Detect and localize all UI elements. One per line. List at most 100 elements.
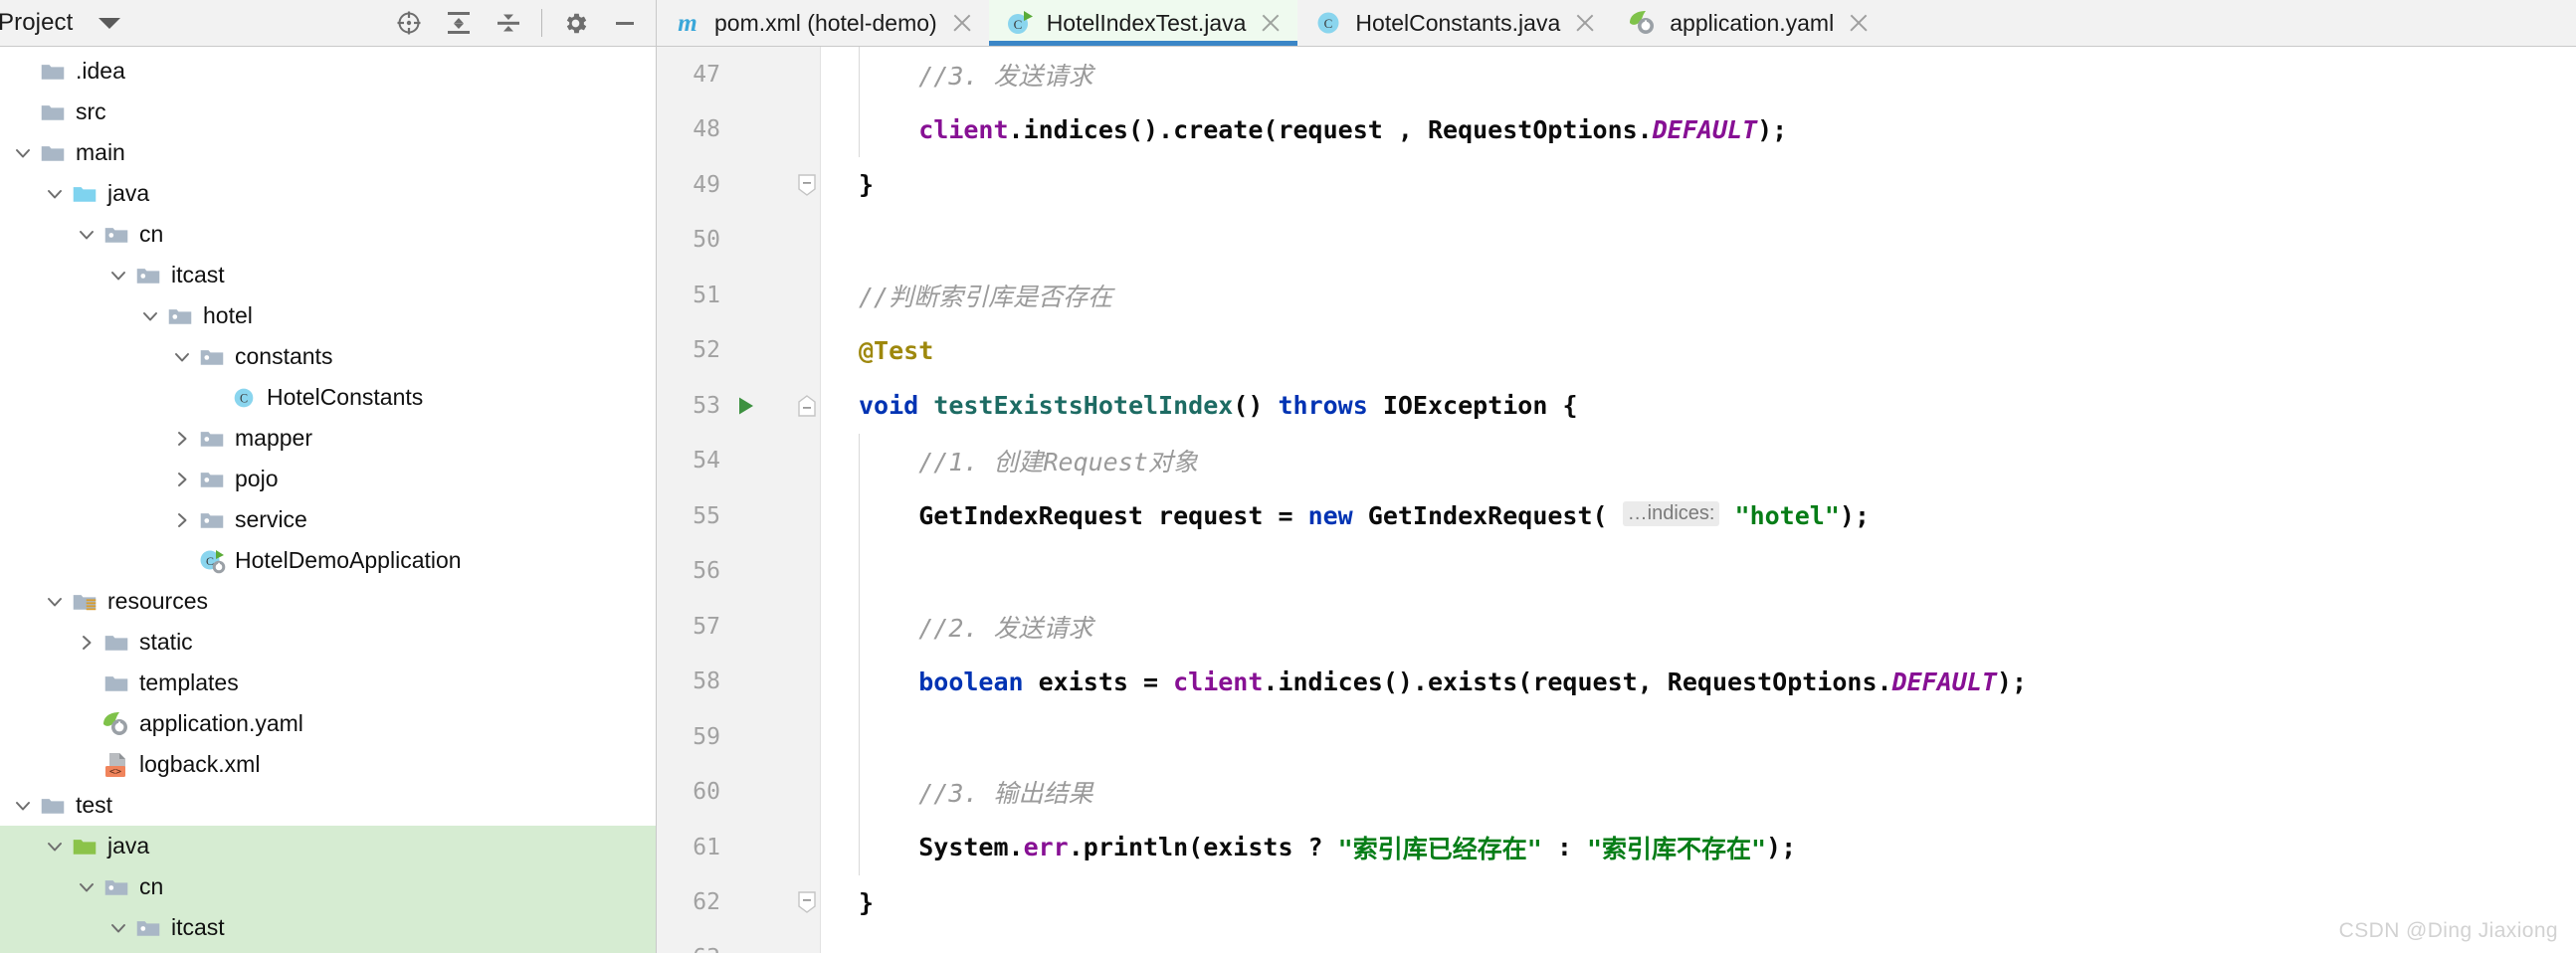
code-line-63[interactable] xyxy=(821,930,2576,953)
close-icon[interactable] xyxy=(1846,10,1872,36)
gutter-line-61[interactable]: 61 xyxy=(657,820,821,875)
code-token: //1. 创建Request对象 xyxy=(918,448,1198,477)
code-line-50[interactable] xyxy=(821,213,2576,269)
chevron-down-icon[interactable] xyxy=(169,344,195,370)
project-file-tree[interactable]: .idea src main java cn itcast hotel constants C H… xyxy=(0,47,656,953)
chevron-right-icon[interactable] xyxy=(169,426,195,452)
tree-item-test[interactable]: test xyxy=(0,785,656,826)
chevron-down-icon[interactable] xyxy=(74,222,99,248)
editor-tab-pom-xml-hotel-demo-[interactable]: m pom.xml (hotel-demo) xyxy=(657,0,989,46)
gutter-line-57[interactable]: 57 xyxy=(657,599,821,655)
tree-item-application-yaml[interactable]: application.yaml xyxy=(0,703,656,744)
gutter-line-48[interactable]: 48 xyxy=(657,102,821,158)
chevron-right-icon[interactable] xyxy=(169,467,195,492)
tree-item-hotel[interactable]: hotel xyxy=(0,948,656,953)
gutter-line-63[interactable]: 63 xyxy=(657,930,821,953)
code-line-60[interactable]: //3. 输出结果 xyxy=(821,764,2576,820)
locate-icon[interactable] xyxy=(384,1,434,45)
tree-item-main[interactable]: main xyxy=(0,132,656,173)
code-line-62[interactable]: } xyxy=(821,875,2576,931)
code-editor[interactable]: 4748495051525354555657585960616263646566… xyxy=(657,47,2576,953)
code-line-49[interactable]: } xyxy=(821,157,2576,213)
tree-item-constants[interactable]: constants xyxy=(0,336,656,377)
tree-item--idea[interactable]: .idea xyxy=(0,51,656,92)
chevron-right-icon[interactable] xyxy=(169,507,195,533)
tree-item-itcast[interactable]: itcast xyxy=(0,907,656,948)
tree-item-java[interactable]: java xyxy=(0,173,656,214)
gutter-line-62[interactable]: 62 xyxy=(657,875,821,931)
collapse-all-icon[interactable] xyxy=(484,1,533,45)
tree-item-hotel[interactable]: hotel xyxy=(0,295,656,336)
editor-gutter[interactable]: 4748495051525354555657585960616263646566… xyxy=(657,47,821,953)
gutter-line-58[interactable]: 58 xyxy=(657,655,821,710)
gutter-line-53[interactable]: 53 xyxy=(657,378,821,434)
code-fold-icon[interactable] xyxy=(798,378,816,434)
chevron-down-icon[interactable] xyxy=(99,17,121,29)
code-fold-icon[interactable] xyxy=(798,875,816,931)
run-test-icon[interactable] xyxy=(722,394,768,418)
tree-item-hoteldemoapplication[interactable]: C HotelDemoApplication xyxy=(0,540,656,581)
code-fold-icon[interactable] xyxy=(798,157,816,213)
expand-all-icon[interactable] xyxy=(434,1,484,45)
chevron-down-icon[interactable] xyxy=(105,263,131,288)
code-content[interactable]: //3. 发送请求 client .indices().create(reques… xyxy=(821,47,2576,953)
editor-tab-hotelconstants-java[interactable]: C HotelConstants.java xyxy=(1297,0,1613,46)
gutter-line-51[interactable]: 51 xyxy=(657,268,821,323)
chevron-down-icon[interactable] xyxy=(74,874,99,900)
close-icon[interactable] xyxy=(949,10,975,36)
tree-item-java[interactable]: java xyxy=(0,826,656,866)
code-line-54[interactable]: //1. 创建Request对象 xyxy=(821,433,2576,488)
tree-item-static[interactable]: static xyxy=(0,622,656,663)
code-line-53[interactable]: void testExistsHotelIndex() throws IOExc… xyxy=(821,378,2576,434)
code-line-55[interactable]: GetIndexRequest request = new GetIndexRe… xyxy=(821,488,2576,544)
project-title-button[interactable]: Project xyxy=(0,9,121,37)
tree-item-mapper[interactable]: mapper xyxy=(0,418,656,459)
editor-tab-hotelindextest-java[interactable]: C HotelIndexTest.java xyxy=(988,0,1298,46)
chevron-right-icon[interactable] xyxy=(74,630,99,656)
chevron-down-icon[interactable] xyxy=(10,793,36,819)
chevron-down-icon[interactable] xyxy=(10,140,36,166)
chevron-down-icon[interactable] xyxy=(105,915,131,941)
gutter-line-60[interactable]: 60 xyxy=(657,765,821,821)
chevron-down-icon[interactable] xyxy=(42,181,68,207)
tree-item-itcast[interactable]: itcast xyxy=(0,255,656,295)
chevron-down-icon[interactable] xyxy=(42,834,68,859)
code-line-48[interactable]: client .indices().create(request , Reques… xyxy=(821,101,2576,157)
gutter-line-52[interactable]: 52 xyxy=(657,323,821,379)
gutter-line-56[interactable]: 56 xyxy=(657,544,821,600)
tree-item-resources[interactable]: resources xyxy=(0,581,656,622)
gutter-line-49[interactable]: 49 xyxy=(657,157,821,213)
tree-item-service[interactable]: service xyxy=(0,499,656,540)
code-line-61[interactable]: System. err .println(exists ? "索引库已经存在" : … xyxy=(821,820,2576,875)
gutter-line-59[interactable]: 59 xyxy=(657,709,821,765)
tree-item-templates[interactable]: templates xyxy=(0,663,656,703)
gutter-line-55[interactable]: 55 xyxy=(657,488,821,544)
chevron-down-icon[interactable] xyxy=(42,589,68,615)
code-line-57[interactable]: //2. 发送请求 xyxy=(821,599,2576,655)
tree-item-cn[interactable]: cn xyxy=(0,866,656,907)
tree-item-src[interactable]: src xyxy=(0,92,656,132)
tree-item-logback-xml[interactable]: <> logback.xml xyxy=(0,744,656,785)
tree-item-pojo[interactable]: pojo xyxy=(0,459,656,499)
close-icon[interactable] xyxy=(1572,10,1598,36)
close-icon[interactable] xyxy=(1258,10,1284,36)
gutter-line-50[interactable]: 50 xyxy=(657,213,821,269)
code-line-51[interactable]: //判断索引库是否存在 xyxy=(821,268,2576,323)
code-token: testExistsHotelIndex xyxy=(933,391,1234,421)
code-line-56[interactable] xyxy=(821,543,2576,599)
code-line-47[interactable]: //3. 发送请求 xyxy=(821,47,2576,102)
editor-tab-bar[interactable]: m pom.xml (hotel-demo) C HotelIndexTest.jav… xyxy=(657,0,2576,47)
chevron-down-icon[interactable] xyxy=(137,303,163,329)
editor-tab-application-yaml[interactable]: application.yaml xyxy=(1612,0,1886,46)
code-line-59[interactable] xyxy=(821,709,2576,765)
tree-item-hotelconstants[interactable]: C HotelConstants xyxy=(0,377,656,418)
code-line-52[interactable]: @Test xyxy=(821,323,2576,379)
code-line-58[interactable]: boolean exists = client .indices().exists… xyxy=(821,654,2576,709)
hide-icon[interactable] xyxy=(600,1,650,45)
gutter-line-47[interactable]: 47 xyxy=(657,47,821,102)
gutter-line-54[interactable]: 54 xyxy=(657,434,821,489)
tree-item-cn[interactable]: cn xyxy=(0,214,656,255)
settings-gear-icon[interactable] xyxy=(550,1,600,45)
